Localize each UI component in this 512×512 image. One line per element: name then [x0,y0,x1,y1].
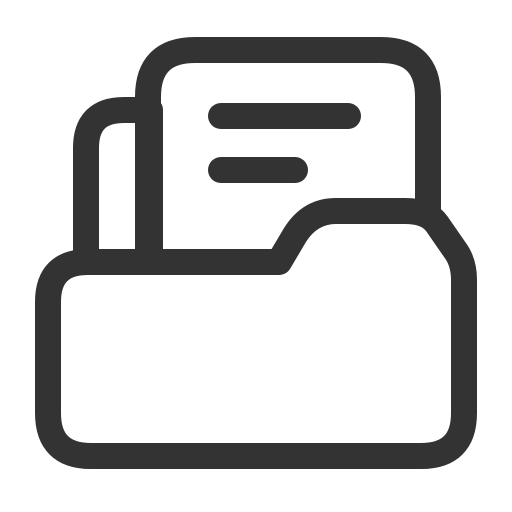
folder-with-documents-icon [35,37,477,469]
folder-body [35,198,477,469]
icon-canvas [0,0,512,512]
